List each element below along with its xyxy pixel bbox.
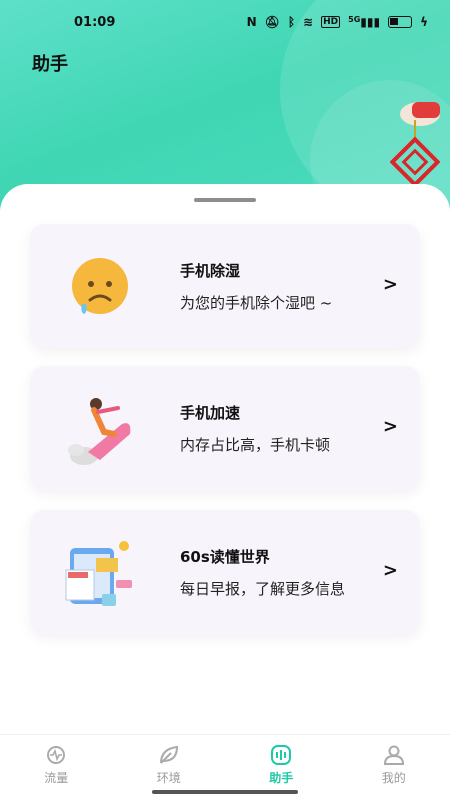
card-description: 为您的手机除个湿吧 ~: [180, 294, 333, 312]
home-indicator[interactable]: [152, 790, 298, 794]
bluetooth-icon: ᛒ: [287, 15, 296, 29]
wifi-icon: ≋: [303, 15, 314, 29]
hd-icon: HD: [321, 16, 341, 28]
tab-label: 我的: [381, 771, 406, 785]
charging-icon: ϟ: [420, 15, 428, 29]
card-news[interactable]: 60s读懂世界 每日早报，了解更多信息 >: [30, 510, 420, 634]
mute-icon: 🔕︎: [264, 15, 280, 29]
card-speedup[interactable]: 手机加速 内存占比高，手机卡顿 >: [30, 366, 420, 490]
signal-icon: 5G▮▮▮: [348, 15, 381, 29]
card-description: 每日早报，了解更多信息: [180, 580, 346, 598]
chevron-right-icon[interactable]: >: [383, 274, 398, 295]
chevron-right-icon[interactable]: >: [383, 560, 398, 581]
leaf-icon: [159, 745, 178, 764]
tab-label: 助手: [269, 771, 294, 785]
sad-face-icon: [72, 258, 128, 314]
status-bar: 01:09 N 🔕︎ ᛒ ≋ HD 5G▮▮▮ ϟ: [0, 0, 450, 44]
card-dehumidify[interactable]: 手机除湿 为您的手机除个湿吧 ~ >: [30, 224, 420, 348]
tab-traffic[interactable]: 流量: [0, 735, 113, 800]
card-title: 60s读懂世界: [180, 548, 270, 566]
status-icons: N 🔕︎ ᛒ ≋ HD 5G▮▮▮ ϟ: [247, 15, 428, 29]
assistant-icon: [271, 745, 292, 765]
tab-label: 流量: [44, 771, 69, 785]
card-description: 内存占比高，手机卡顿: [180, 436, 331, 454]
rocket-rider-icon: [68, 398, 131, 465]
nfc-icon: N: [246, 15, 257, 29]
traffic-icon: [47, 746, 66, 764]
card-title: 手机加速: [180, 404, 241, 422]
status-time: 01:09: [74, 14, 116, 30]
card-title: 手机除湿: [180, 262, 241, 280]
sheet-handle[interactable]: [194, 198, 256, 202]
news-icon: [65, 541, 132, 606]
user-icon: [383, 745, 404, 765]
page-title: 助手: [32, 54, 68, 75]
tab-label: 环境: [156, 771, 181, 785]
battery-icon: [388, 16, 413, 28]
chevron-right-icon[interactable]: >: [383, 416, 398, 437]
tab-mine[interactable]: 我的: [338, 735, 450, 800]
network-type: 5G: [348, 15, 361, 24]
